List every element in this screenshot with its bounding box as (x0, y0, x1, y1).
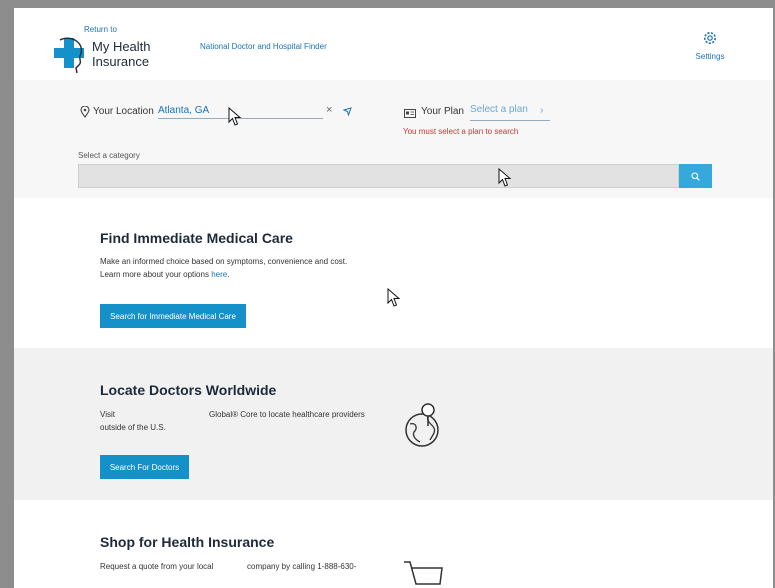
chevron-right-icon[interactable]: › (540, 105, 543, 116)
location-label: Your Location (93, 106, 154, 117)
settings-label: Settings (695, 52, 725, 61)
mouse-cursor-icon (228, 107, 242, 126)
immediate-care-title: Find Immediate Medical Care (100, 230, 293, 246)
doctors-worldwide-title: Locate Doctors Worldwide (100, 382, 277, 398)
shop-insurance-text-b: company by calling 1-888-630- (247, 562, 357, 571)
category-input[interactable] (78, 164, 679, 188)
doctors-worldwide-section: Locate Doctors Worldwide Visit outside o… (14, 348, 773, 500)
learn-more-suffix: . (227, 270, 230, 279)
search-icon (691, 171, 700, 181)
learn-more-link[interactable]: here (211, 270, 227, 279)
immediate-care-section: Find Immediate Medical Care Make an info… (14, 198, 773, 348)
search-immediate-care-button[interactable]: Search for Immediate Medical Care (100, 304, 246, 328)
locate-me-icon[interactable] (343, 107, 352, 116)
plan-error-message: You must select a plan to search (403, 127, 519, 136)
mouse-cursor-icon (387, 288, 401, 307)
plan-label: Your Plan (421, 106, 464, 117)
clear-location-icon[interactable]: × (326, 104, 332, 116)
return-to-label[interactable]: Return to (84, 25, 117, 34)
shop-insurance-text-a: Request a quote from your local (100, 562, 214, 571)
learn-more-prefix: Learn more about your options (100, 270, 212, 279)
settings-button[interactable]: Settings (686, 30, 734, 61)
globe-pin-icon (405, 403, 439, 447)
worldwide-text-visit: Visit (100, 410, 115, 419)
plan-select-value: Select a plan (470, 104, 528, 115)
search-for-doctors-button[interactable]: Search For Doctors (100, 455, 189, 479)
gear-icon (704, 32, 716, 44)
mouse-cursor-icon (498, 168, 512, 187)
plan-card-icon (404, 109, 416, 118)
header: Return to My Health Insurance National D… (14, 8, 773, 80)
logo-title[interactable]: My Health Insurance (92, 39, 151, 69)
category-search-button[interactable] (679, 164, 712, 188)
location-pin-icon (80, 106, 90, 118)
worldwide-text-outside: outside of the U.S. (100, 423, 166, 432)
shop-insurance-title: Shop for Health Insurance (100, 534, 275, 550)
immediate-care-learn-more: Learn more about your options here. (100, 269, 229, 281)
shopping-cart-icon (404, 561, 443, 585)
logo-title-line1: My Health (92, 39, 151, 54)
worldwide-text-global: Global® Core to locate healthcare provid… (209, 410, 365, 419)
category-label: Select a category (78, 151, 140, 160)
search-panel: Your Location × Your Plan Select a plan … (14, 80, 773, 199)
shop-insurance-section: Shop for Health Insurance Request a quot… (14, 500, 773, 588)
health-insurance-logo-icon[interactable] (46, 34, 84, 74)
page: Return to My Health Insurance National D… (14, 8, 773, 588)
immediate-care-text: Make an informed choice based on symptom… (100, 257, 348, 266)
logo-title-line2: Insurance (92, 54, 150, 69)
finder-link[interactable]: National Doctor and Hospital Finder (200, 42, 327, 51)
plan-select[interactable]: Select a plan (470, 104, 550, 121)
